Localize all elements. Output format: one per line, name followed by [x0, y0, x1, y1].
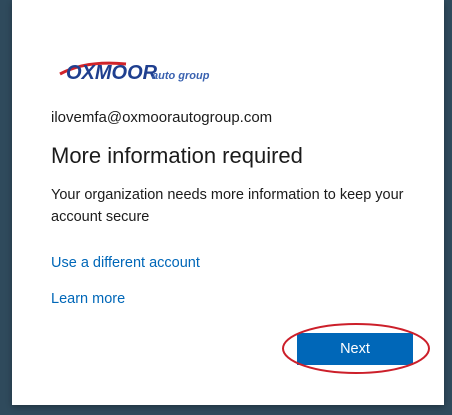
use-different-account-link[interactable]: Use a different account	[51, 255, 200, 271]
learn-more-link[interactable]: Learn more	[51, 291, 125, 307]
company-logo: OXMOOR auto group	[56, 52, 226, 88]
logo-tagline-text: auto group	[152, 70, 210, 82]
sign-in-card: OXMOOR auto group ilovemfa@oxmoorautogro…	[12, 0, 444, 405]
page-description: Your organization needs more information…	[51, 187, 404, 225]
page-title: More information required	[51, 143, 303, 168]
account-email: ilovemfa@oxmoorautogroup.com	[51, 109, 273, 126]
logo-brand-text: OXMOOR	[66, 62, 158, 84]
next-button[interactable]: Next	[297, 333, 413, 365]
